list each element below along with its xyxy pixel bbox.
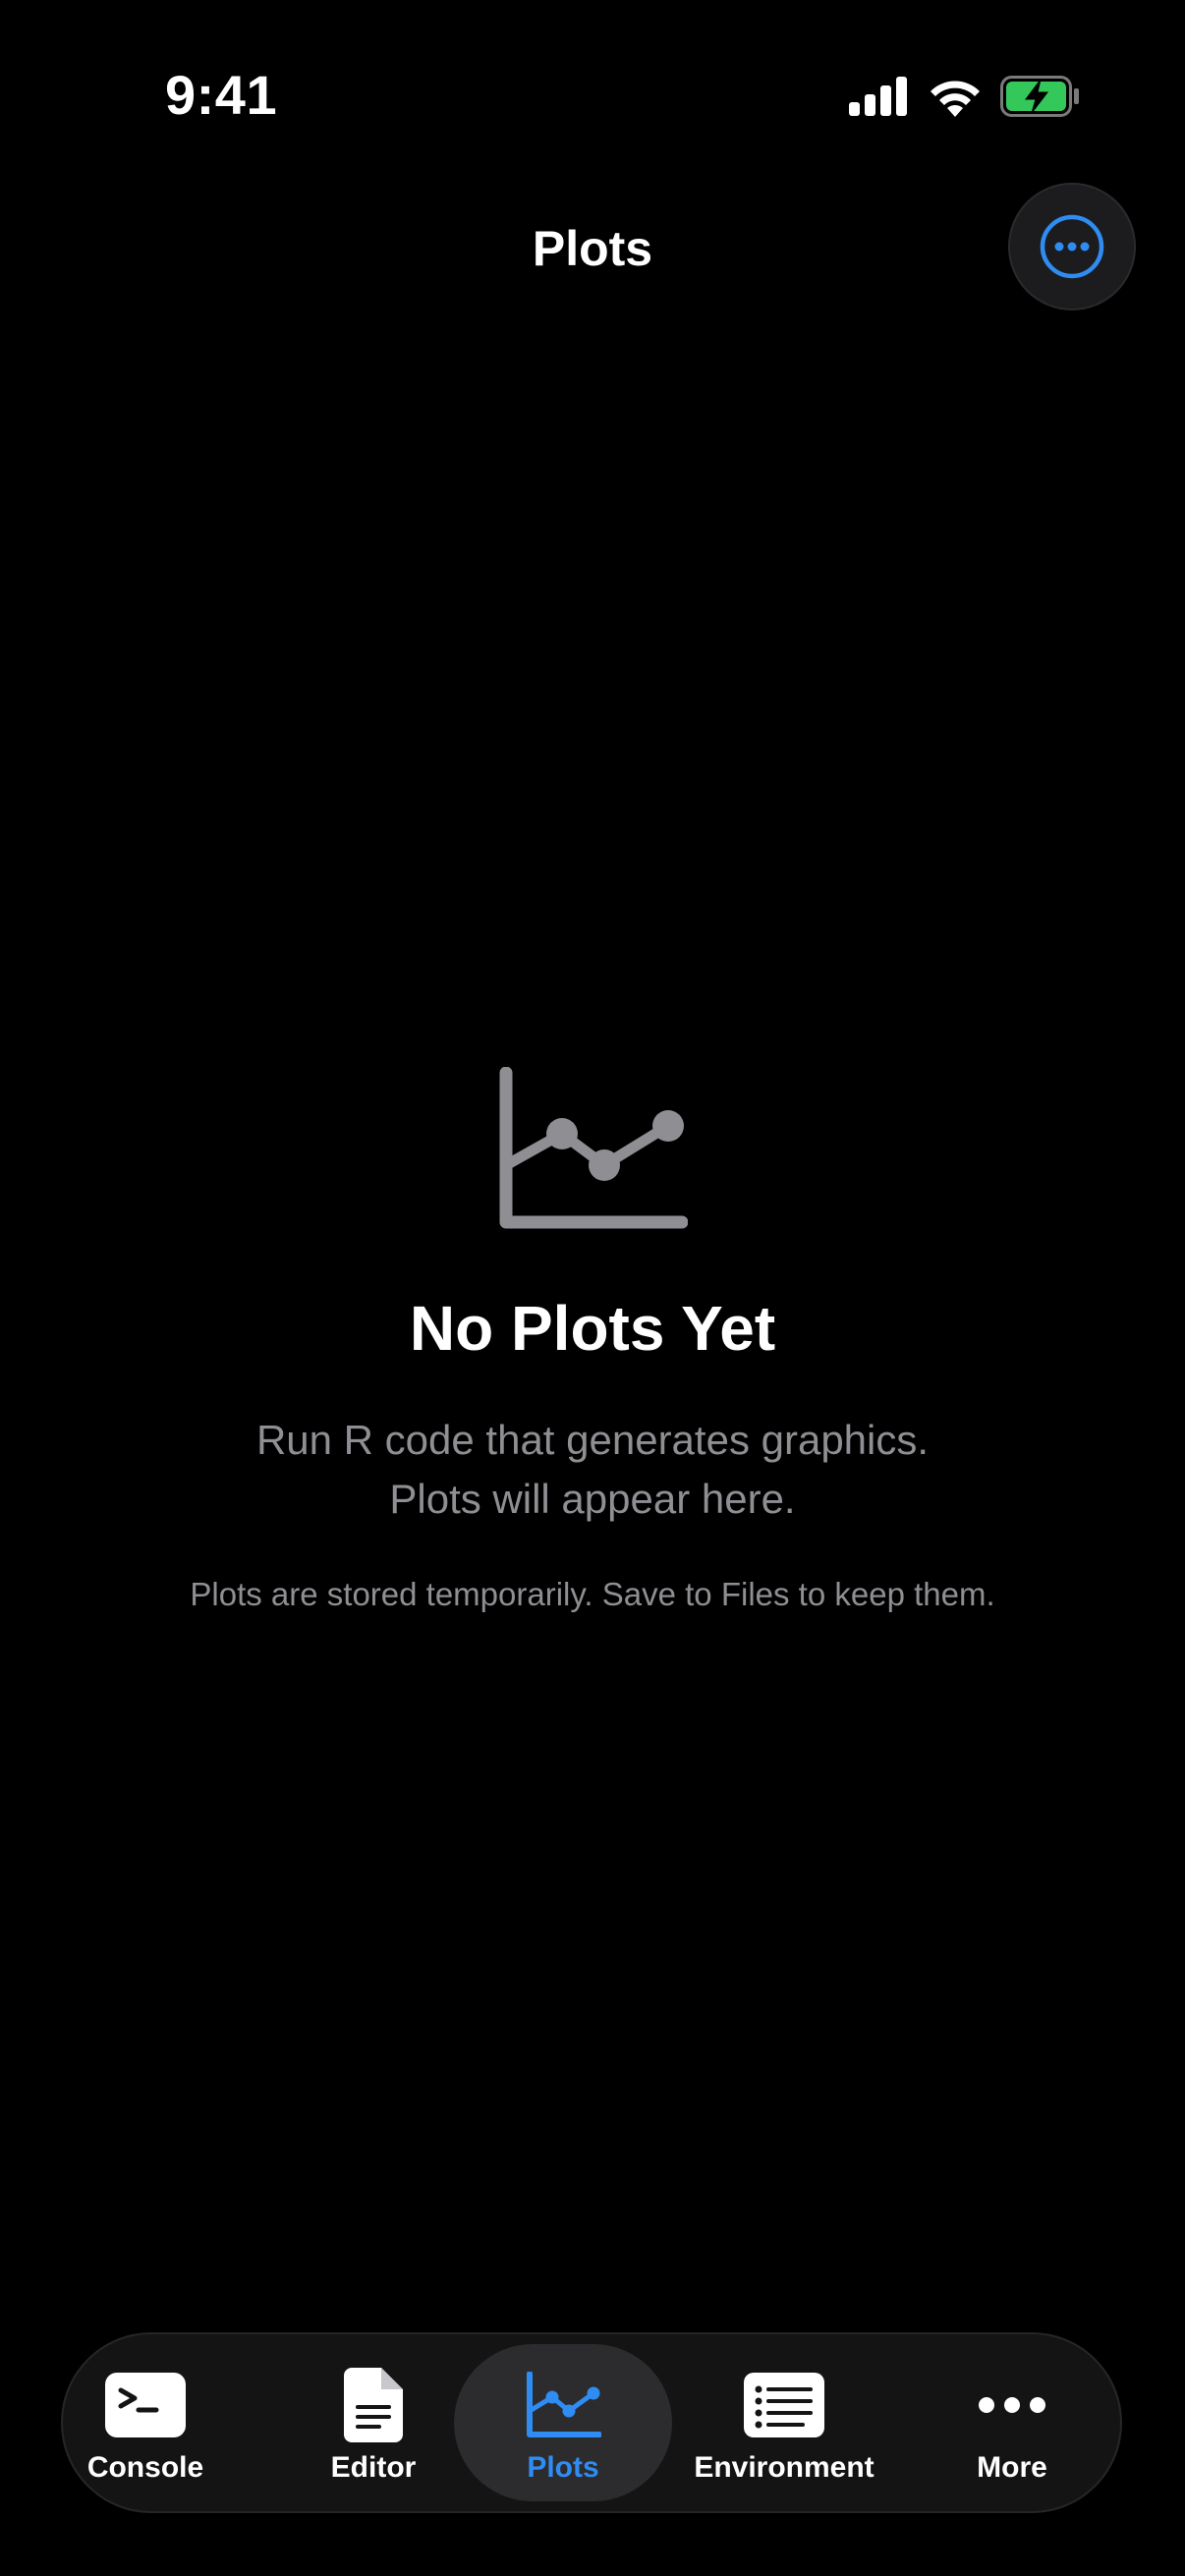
tab-console[interactable]: Console — [85, 2344, 206, 2501]
empty-state-title: No Plots Yet — [409, 1293, 776, 1364]
tab-plots[interactable]: Plots — [454, 2344, 672, 2501]
ellipsis-icon — [979, 2397, 1045, 2413]
document-icon — [344, 2368, 403, 2442]
tab-more[interactable]: More — [953, 2344, 1071, 2501]
wifi-icon — [931, 81, 980, 117]
tab-label: Editor — [330, 2451, 417, 2484]
terminal-icon — [105, 2373, 186, 2437]
battery-charging-icon — [1000, 76, 1079, 117]
status-icons — [849, 75, 1081, 118]
tab-label: Plots — [527, 2451, 599, 2484]
empty-state-description: Run R code that generates graphics. Plot… — [0, 1411, 1185, 1529]
status-time: 9:41 — [165, 64, 278, 126]
empty-state-note: Plots are stored temporarily. Save to Fi… — [190, 1576, 995, 1612]
tab-environment[interactable]: Environment — [688, 2344, 880, 2501]
more-options-button[interactable] — [1008, 183, 1136, 310]
ellipsis-circle-icon — [1040, 214, 1104, 279]
list-icon — [744, 2373, 824, 2437]
tab-label: Console — [86, 2451, 204, 2484]
line-chart-icon — [527, 2372, 601, 2437]
empty-state-description-line: Plots will appear here. — [389, 1476, 796, 1522]
cellular-signal-icon — [849, 77, 907, 116]
tab-bar: Console Editor Plots Environment More — [61, 2332, 1122, 2513]
tab-label: Environment — [694, 2451, 875, 2484]
empty-state-description-line: Run R code that generates graphics. — [255, 1417, 930, 1463]
tab-label: More — [977, 2451, 1047, 2484]
line-chart-icon — [499, 1067, 688, 1229]
tab-editor[interactable]: Editor — [314, 2344, 432, 2501]
